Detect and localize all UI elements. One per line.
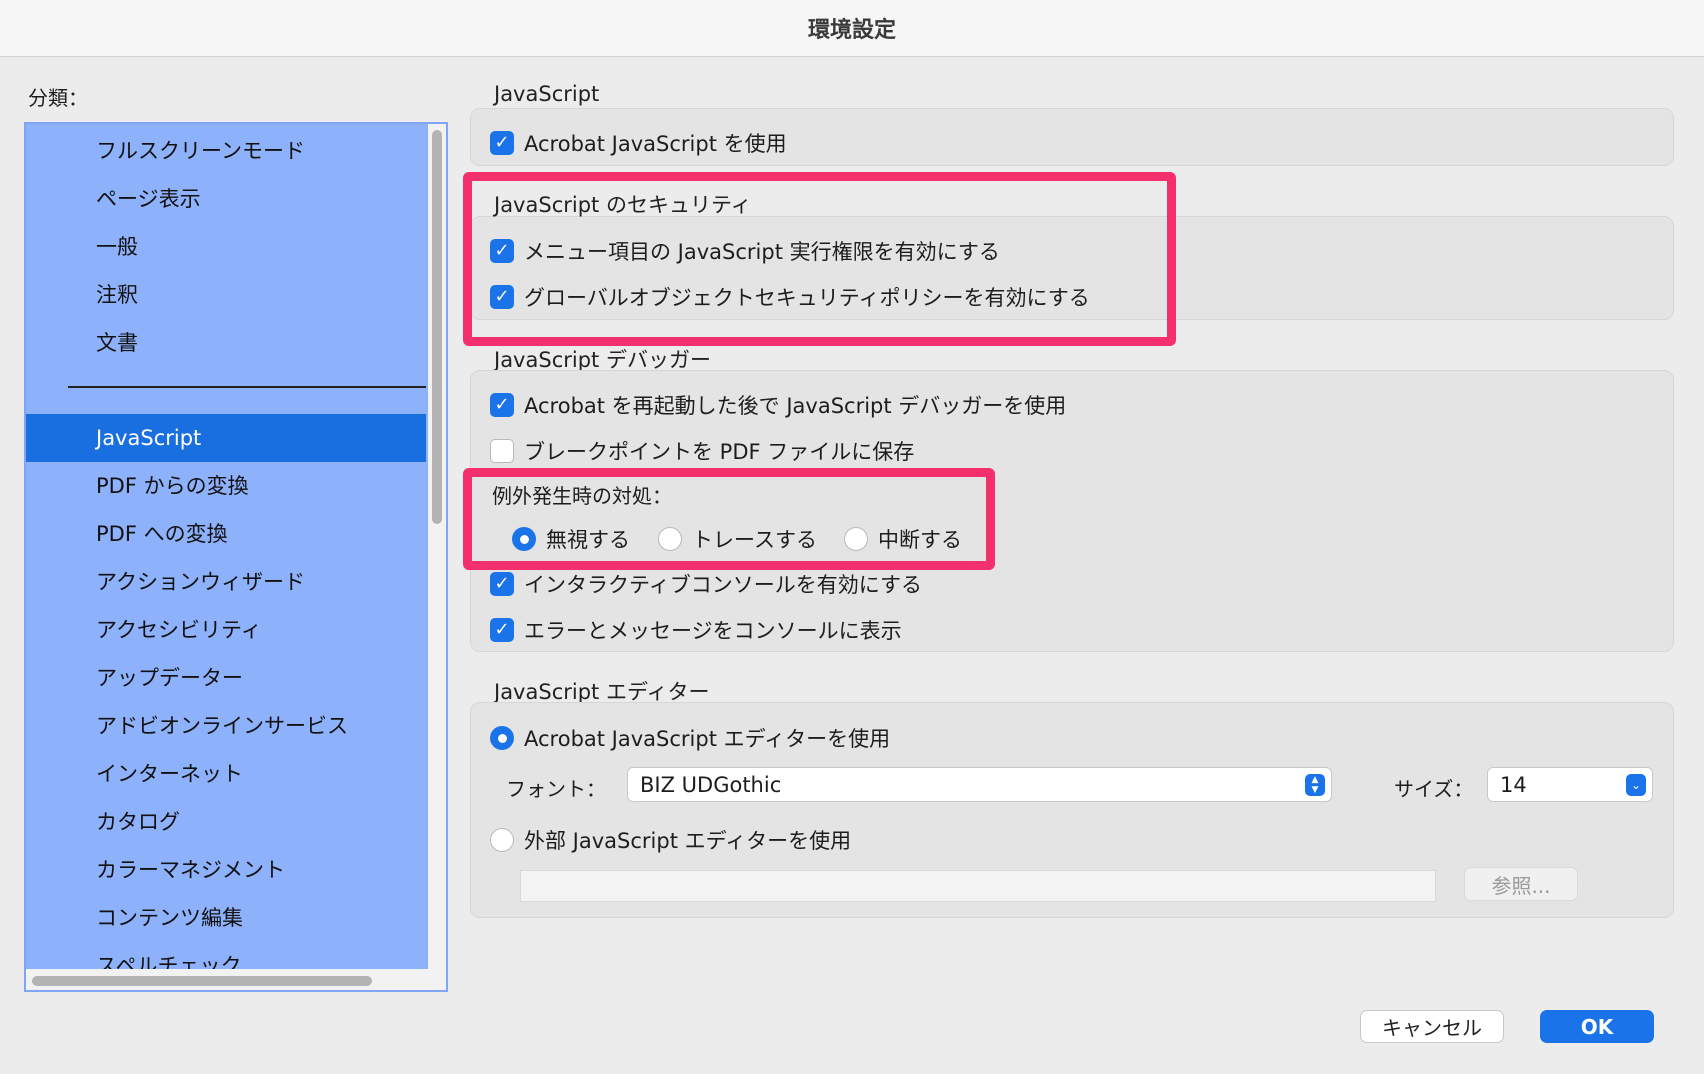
interactive-console-checkbox[interactable]: ✓ xyxy=(490,572,514,596)
sidebar-item-adobe-online-services[interactable]: アドビオンラインサービス xyxy=(26,702,426,750)
acrobat-editor-radio[interactable] xyxy=(490,726,514,750)
sidebar-item-updater[interactable]: アップデーター xyxy=(26,654,426,702)
show-errors-checkbox[interactable]: ✓ xyxy=(490,618,514,642)
window-title: 環境設定 xyxy=(807,18,896,43)
sidebar-item-general[interactable]: 一般 xyxy=(26,223,426,271)
browse-button[interactable]: 参照... xyxy=(1464,867,1578,901)
section-title-javascript: JavaScript xyxy=(494,82,600,106)
size-select-value: 14 xyxy=(1500,772,1527,797)
external-editor-radio[interactable] xyxy=(490,828,514,852)
category-list: フルスクリーンモード ページ表示 一般 注釈 文書 JavaScript PDF… xyxy=(24,122,448,992)
category-label: 分類： xyxy=(28,86,88,110)
sidebar-item-convert-from-pdf[interactable]: PDF からの変換 xyxy=(26,462,426,510)
cancel-button[interactable]: キャンセル xyxy=(1360,1010,1504,1043)
sidebar-item-comments[interactable]: 注釈 xyxy=(26,271,426,319)
sidebar-item-color-management[interactable]: カラーマネジメント xyxy=(26,846,426,894)
vertical-scroll-thumb[interactable] xyxy=(432,130,442,524)
sidebar-item-accessibility[interactable]: アクセシビリティ xyxy=(26,606,426,654)
acrobat-editor-option[interactable]: Acrobat JavaScript エディターを使用 xyxy=(490,723,890,753)
debugger-enable-option[interactable]: ✓ Acrobat を再起動した後で JavaScript デバッガーを使用 xyxy=(490,390,1066,420)
acrobat-editor-label: Acrobat JavaScript エディターを使用 xyxy=(524,727,891,751)
font-select[interactable]: BIZ UDGothic ▲ ▼ xyxy=(627,767,1332,802)
exception-highlight-box xyxy=(463,468,995,570)
sidebar-item-internet[interactable]: インターネット xyxy=(26,750,426,798)
sidebar-item-fullscreen[interactable]: フルスクリーンモード xyxy=(26,127,426,175)
save-breakpoints-checkbox[interactable] xyxy=(490,439,514,463)
save-breakpoints-option[interactable]: ブレークポイントを PDF ファイルに保存 xyxy=(490,436,914,466)
chevron-down-icon: ⌄ xyxy=(1626,774,1646,796)
title-bar: 環境設定 xyxy=(0,0,1704,57)
external-editor-option[interactable]: 外部 JavaScript エディターを使用 xyxy=(490,825,851,855)
debugger-enable-checkbox[interactable]: ✓ xyxy=(490,393,514,417)
size-select[interactable]: 14 ⌄ xyxy=(1487,767,1653,802)
sidebar-item-documents[interactable]: 文書 xyxy=(26,319,426,367)
enable-javascript-checkbox[interactable]: ✓ xyxy=(490,131,514,155)
security-highlight-box xyxy=(463,172,1176,346)
enable-javascript-label: Acrobat JavaScript を使用 xyxy=(524,132,787,156)
sidebar-item-action-wizard[interactable]: アクションウィザード xyxy=(26,558,426,606)
updown-chevron-icon: ▲ ▼ xyxy=(1305,774,1325,796)
enable-javascript-option[interactable]: ✓ Acrobat JavaScript を使用 xyxy=(490,128,787,158)
ok-button[interactable]: OK xyxy=(1540,1010,1654,1043)
external-editor-path-field[interactable] xyxy=(520,870,1436,902)
show-errors-option[interactable]: ✓ エラーとメッセージをコンソールに表示 xyxy=(490,615,902,645)
save-breakpoints-label: ブレークポイントを PDF ファイルに保存 xyxy=(524,440,915,464)
interactive-console-option[interactable]: ✓ インタラクティブコンソールを有効にする xyxy=(490,569,922,599)
font-select-value: BIZ UDGothic xyxy=(640,772,782,797)
show-errors-label: エラーとメッセージをコンソールに表示 xyxy=(524,619,902,643)
font-label: フォント： xyxy=(506,777,606,801)
external-editor-label: 外部 JavaScript エディターを使用 xyxy=(524,829,852,853)
sidebar-item-content-editing[interactable]: コンテンツ編集 xyxy=(26,894,426,942)
sidebar-item-page-display[interactable]: ページ表示 xyxy=(26,175,426,223)
sidebar-divider xyxy=(68,386,426,388)
horizontal-scroll-thumb[interactable] xyxy=(32,976,372,986)
interactive-console-label: インタラクティブコンソールを有効にする xyxy=(524,573,922,597)
sidebar-item-convert-to-pdf[interactable]: PDF への変換 xyxy=(26,510,426,558)
debugger-enable-label: Acrobat を再起動した後で JavaScript デバッガーを使用 xyxy=(524,394,1067,418)
sidebar-item-javascript[interactable]: JavaScript xyxy=(26,414,426,462)
size-label: サイズ： xyxy=(1394,777,1474,801)
sidebar-item-catalog[interactable]: カタログ xyxy=(26,798,426,846)
